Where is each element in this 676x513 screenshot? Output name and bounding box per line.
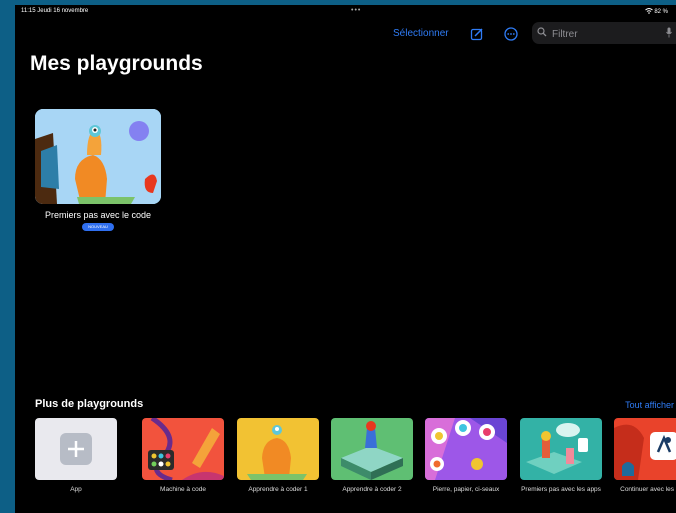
status-right: 82 %	[644, 8, 668, 15]
tile-label: Apprendre à coder 2	[342, 486, 402, 493]
premiers-pas-avec-les-apps-thumbnail	[520, 418, 602, 480]
wifi-icon	[644, 8, 653, 14]
tile-label: Premiers pas avec les apps	[521, 486, 601, 493]
tile-continuer-avec-les-apps[interactable]: Continuer avec les apps	[614, 418, 676, 494]
tile-apprendre-a-coder-1[interactable]: Apprendre à coder 1	[237, 418, 319, 494]
tile-label: Continuer avec les apps	[620, 486, 676, 493]
new-badge: NOUVEAU	[82, 223, 114, 231]
more-options-icon[interactable]	[504, 27, 518, 41]
status-bar: 11:15 Jeudi 16 novembre ••• 82 %	[21, 7, 670, 18]
microphone-icon[interactable]	[666, 27, 672, 38]
tile-premiers-pas-avec-les-apps[interactable]: Premiers pas avec les apps	[520, 418, 602, 494]
status-time-date: 11:15 Jeudi 16 novembre	[21, 8, 89, 14]
machine-a-code-thumbnail	[142, 418, 224, 480]
battery-percent: 82 %	[654, 9, 668, 15]
app-thumbnail	[35, 418, 117, 480]
tile-app[interactable]: App	[35, 418, 117, 494]
plus-icon	[60, 433, 92, 465]
search-input[interactable]	[550, 25, 664, 43]
playground-name: Premiers pas avec le code	[44, 210, 152, 220]
search-icon	[537, 27, 547, 37]
tile-label: Pierre, papier, ci-seaux	[432, 486, 500, 493]
tile-pierre-papier-ciseaux[interactable]: Pierre, papier, ci-seaux	[425, 418, 507, 494]
pierre-papier-ciseaux-thumbnail	[425, 418, 507, 480]
apprendre-a-coder-1-thumbnail	[237, 418, 319, 480]
apprendre-a-coder-2-thumbnail	[331, 418, 413, 480]
page-title: Mes playgrounds	[30, 52, 203, 75]
tile-label: Apprendre à coder 1	[248, 486, 308, 493]
tile-label: App	[70, 486, 82, 493]
continuer-avec-les-apps-thumbnail	[614, 418, 676, 480]
search-field[interactable]	[532, 22, 676, 44]
multitasking-dots[interactable]: •••	[351, 7, 361, 14]
section-title: Plus de playgrounds	[35, 398, 144, 410]
ipad-screen: 11:15 Jeudi 16 novembre ••• 82 % Sélecti…	[15, 5, 676, 513]
select-button[interactable]: Sélectionner	[393, 28, 449, 39]
tile-machine-a-code[interactable]: Machine à code	[142, 418, 224, 494]
see-all-link[interactable]: Tout afficher	[625, 400, 674, 410]
playground-card[interactable]: Premiers pas avec le code NOUVEAU	[35, 109, 161, 231]
playground-character-image	[35, 109, 161, 204]
playground-thumbnail	[35, 109, 161, 204]
tile-apprendre-a-coder-2[interactable]: Apprendre à coder 2	[331, 418, 413, 494]
tile-label: Machine à code	[160, 486, 206, 493]
compose-icon[interactable]	[470, 27, 484, 41]
